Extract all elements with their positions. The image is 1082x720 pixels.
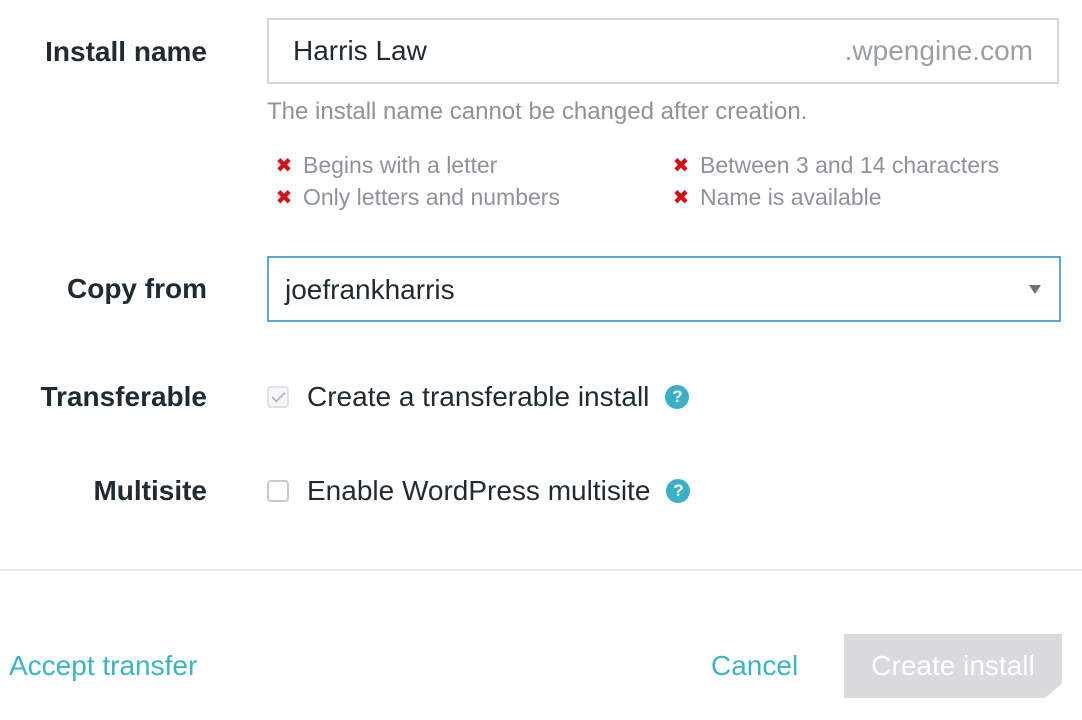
rule-item: ✖ Name is available — [670, 184, 882, 211]
question-circle-icon[interactable]: ? — [665, 385, 690, 409]
create-install-button[interactable]: Create install — [844, 634, 1062, 698]
domain-suffix: .wpengine.com — [844, 35, 1033, 66]
install-name-help: The install name cannot be changed after… — [267, 98, 808, 125]
multisite-option-label[interactable]: Enable WordPress multisite — [307, 475, 650, 507]
transferable-option-label[interactable]: Create a transferable install — [307, 381, 649, 413]
create-install-form: Install name .wpengine.com The install n… — [0, 0, 1082, 720]
rule-text: Name is available — [700, 184, 882, 210]
transferable-checkbox[interactable] — [267, 386, 289, 408]
rule-item: ✖ Begins with a letter — [273, 152, 498, 179]
copy-from-select[interactable]: joefrankharris — [267, 256, 1061, 322]
x-icon: ✖ — [672, 187, 690, 209]
cancel-button[interactable]: Cancel — [711, 650, 798, 682]
x-icon: ✖ — [275, 155, 293, 177]
multisite-label: Multisite — [93, 475, 207, 506]
copy-from-label: Copy from — [67, 273, 207, 304]
rule-item: ✖ Between 3 and 14 characters — [670, 152, 1000, 179]
copy-from-value: joefrankharris — [285, 274, 455, 305]
transferable-label: Transferable — [40, 381, 207, 412]
install-name-field[interactable]: .wpengine.com — [267, 18, 1059, 84]
x-icon: ✖ — [672, 155, 690, 177]
multisite-row: Enable WordPress multisite ? — [267, 475, 691, 507]
rule-text: Between 3 and 14 characters — [700, 152, 1000, 178]
multisite-checkbox[interactable] — [267, 480, 289, 502]
accept-transfer-link[interactable]: Accept transfer — [9, 650, 197, 682]
install-name-label: Install name — [45, 36, 207, 67]
question-circle-icon[interactable]: ? — [666, 479, 691, 503]
chevron-down-icon — [1029, 285, 1041, 294]
rule-text: Begins with a letter — [303, 152, 498, 178]
divider — [0, 569, 1082, 571]
install-name-input[interactable] — [293, 20, 793, 82]
transferable-row: Create a transferable install ? — [267, 381, 690, 413]
rule-item: ✖ Only letters and numbers — [273, 184, 560, 211]
rule-text: Only letters and numbers — [303, 184, 560, 210]
x-icon: ✖ — [275, 187, 293, 209]
